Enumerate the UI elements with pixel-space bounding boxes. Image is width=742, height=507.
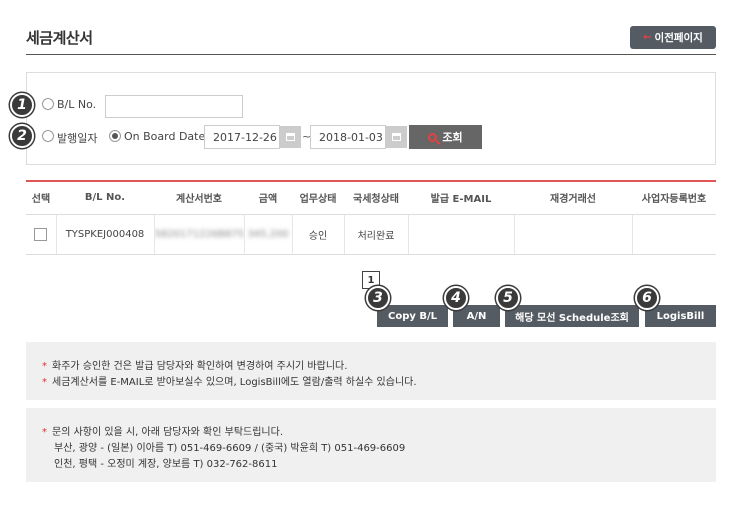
copy-bl-button[interactable]: Copy B/L <box>377 305 448 327</box>
contact-incheon: 인천, 평택 - 오정미 계장, 양보름 T) 032-762-8611 <box>54 459 278 470</box>
notice-line: * 세금계산서를 E-MAIL로 받아보실수 있으며, LogisBill에도 열… <box>42 373 417 388</box>
issue-date-label: 발행일자 <box>57 132 98 145</box>
col-header-select: 선택 <box>26 182 56 215</box>
col-header-finance-partner: 재경거래선 <box>514 182 632 215</box>
row-email <box>407 214 514 255</box>
notice-box-contact: * 문의 사항이 있을 시, 아래 담당자와 확인 부탁드립니다. 부산, 광양 … <box>26 408 716 482</box>
col-header-bl-no: B/L No. <box>56 182 154 215</box>
contact-busan: 부산, 광양 - (일본) 이아름 T) 051-469-6609 / (중국)… <box>54 443 406 454</box>
notice-text: 세금계산서를 E-MAIL로 받아보실수 있으며, LogisBill에도 열람… <box>52 377 417 388</box>
search-icon <box>428 132 438 142</box>
row-amount-value: 345,200 <box>247 228 289 240</box>
search-button[interactable]: 조회 <box>409 125 482 149</box>
notice-line: * 문의 사항이 있을 시, 아래 담당자와 확인 부탁드립니다. <box>42 423 283 438</box>
notice-line: * 화주가 승인한 건은 발급 담당자와 확인하여 변경하여 주시기 바랍니다. <box>42 357 347 372</box>
row-biz-no <box>631 214 716 255</box>
asterisk-icon: * <box>42 361 47 372</box>
row-select-cell <box>26 214 56 255</box>
asterisk-icon: * <box>42 427 47 438</box>
title-divider <box>26 54 716 55</box>
bl-no-label: B/L No. <box>57 98 97 111</box>
col-header-amount: 금액 <box>244 182 292 215</box>
table-row[interactable]: TYSPKEJ000408 5820171226B875 345,200 승인 … <box>26 214 716 255</box>
row-finance-partner <box>513 214 632 255</box>
page-title: 세금계산서 <box>26 29 93 47</box>
row-checkbox[interactable] <box>34 227 48 241</box>
row-invoice-no-value: 5820171226B875 <box>154 228 244 240</box>
table-header-row: 선택 B/L No. 계산서번호 금액 업무상태 국세청상태 발급 E-MAIL… <box>26 182 716 215</box>
col-header-biz-no: 사업자등록번호 <box>632 182 716 215</box>
step-badge-2: 2 <box>10 124 34 148</box>
date-from-calendar-button[interactable] <box>279 126 301 148</box>
invoice-table: 선택 B/L No. 계산서번호 금액 업무상태 국세청상태 발급 E-MAIL… <box>26 182 716 255</box>
back-arrow-icon: ← <box>643 32 652 43</box>
calendar-icon <box>285 133 295 141</box>
date-from-input[interactable]: 2017-12-26 <box>204 125 280 149</box>
row-amount: 345,200 <box>243 214 292 255</box>
step-badge-4: 4 <box>444 286 468 310</box>
notice-box-invoice: * 화주가 승인한 건은 발급 담당자와 확인하여 변경하여 주시기 바랍니다. … <box>26 342 716 400</box>
row-work-status: 승인 <box>291 214 344 255</box>
date-to-calendar-button[interactable] <box>385 126 407 148</box>
col-header-email: 발급 E-MAIL <box>408 182 514 215</box>
col-header-work-status: 업무상태 <box>292 182 344 215</box>
bl-no-radio[interactable] <box>42 98 54 110</box>
onboard-date-radio[interactable] <box>109 130 121 142</box>
row-bl-no: TYSPKEJ000408 <box>55 214 154 255</box>
logisbill-button[interactable]: LogisBill <box>645 305 716 327</box>
step-badge-6: 6 <box>635 286 659 310</box>
calendar-icon <box>391 133 401 141</box>
col-header-invoice-no: 계산서번호 <box>154 182 244 215</box>
step-badge-5: 5 <box>496 286 520 310</box>
previous-page-label: 이전페이지 <box>654 32 703 44</box>
notice-text: 화주가 승인한 건은 발급 담당자와 확인하여 변경하여 주시기 바랍니다. <box>52 361 348 372</box>
previous-page-button[interactable]: ← 이전페이지 <box>630 26 716 49</box>
row-invoice-no: 5820171226B875 <box>153 214 244 255</box>
step-badge-3: 3 <box>366 286 390 310</box>
issue-date-radio[interactable] <box>42 130 54 142</box>
search-panel <box>26 72 716 165</box>
col-header-nts-status: 국세청상태 <box>344 182 408 215</box>
search-button-label: 조회 <box>442 131 463 144</box>
asterisk-icon: * <box>42 377 47 388</box>
row-nts-status: 처리완료 <box>343 214 408 255</box>
step-badge-1: 1 <box>10 93 34 117</box>
onboard-date-label: On Board Date <box>124 130 206 143</box>
vessel-schedule-button[interactable]: 해당 모선 Schedule조회 <box>505 305 639 327</box>
date-to-input[interactable]: 2018-01-03 <box>310 125 386 149</box>
bl-no-input[interactable] <box>105 95 243 118</box>
notice-text: 문의 사항이 있을 시, 아래 담당자와 확인 부탁드립니다. <box>52 427 284 438</box>
